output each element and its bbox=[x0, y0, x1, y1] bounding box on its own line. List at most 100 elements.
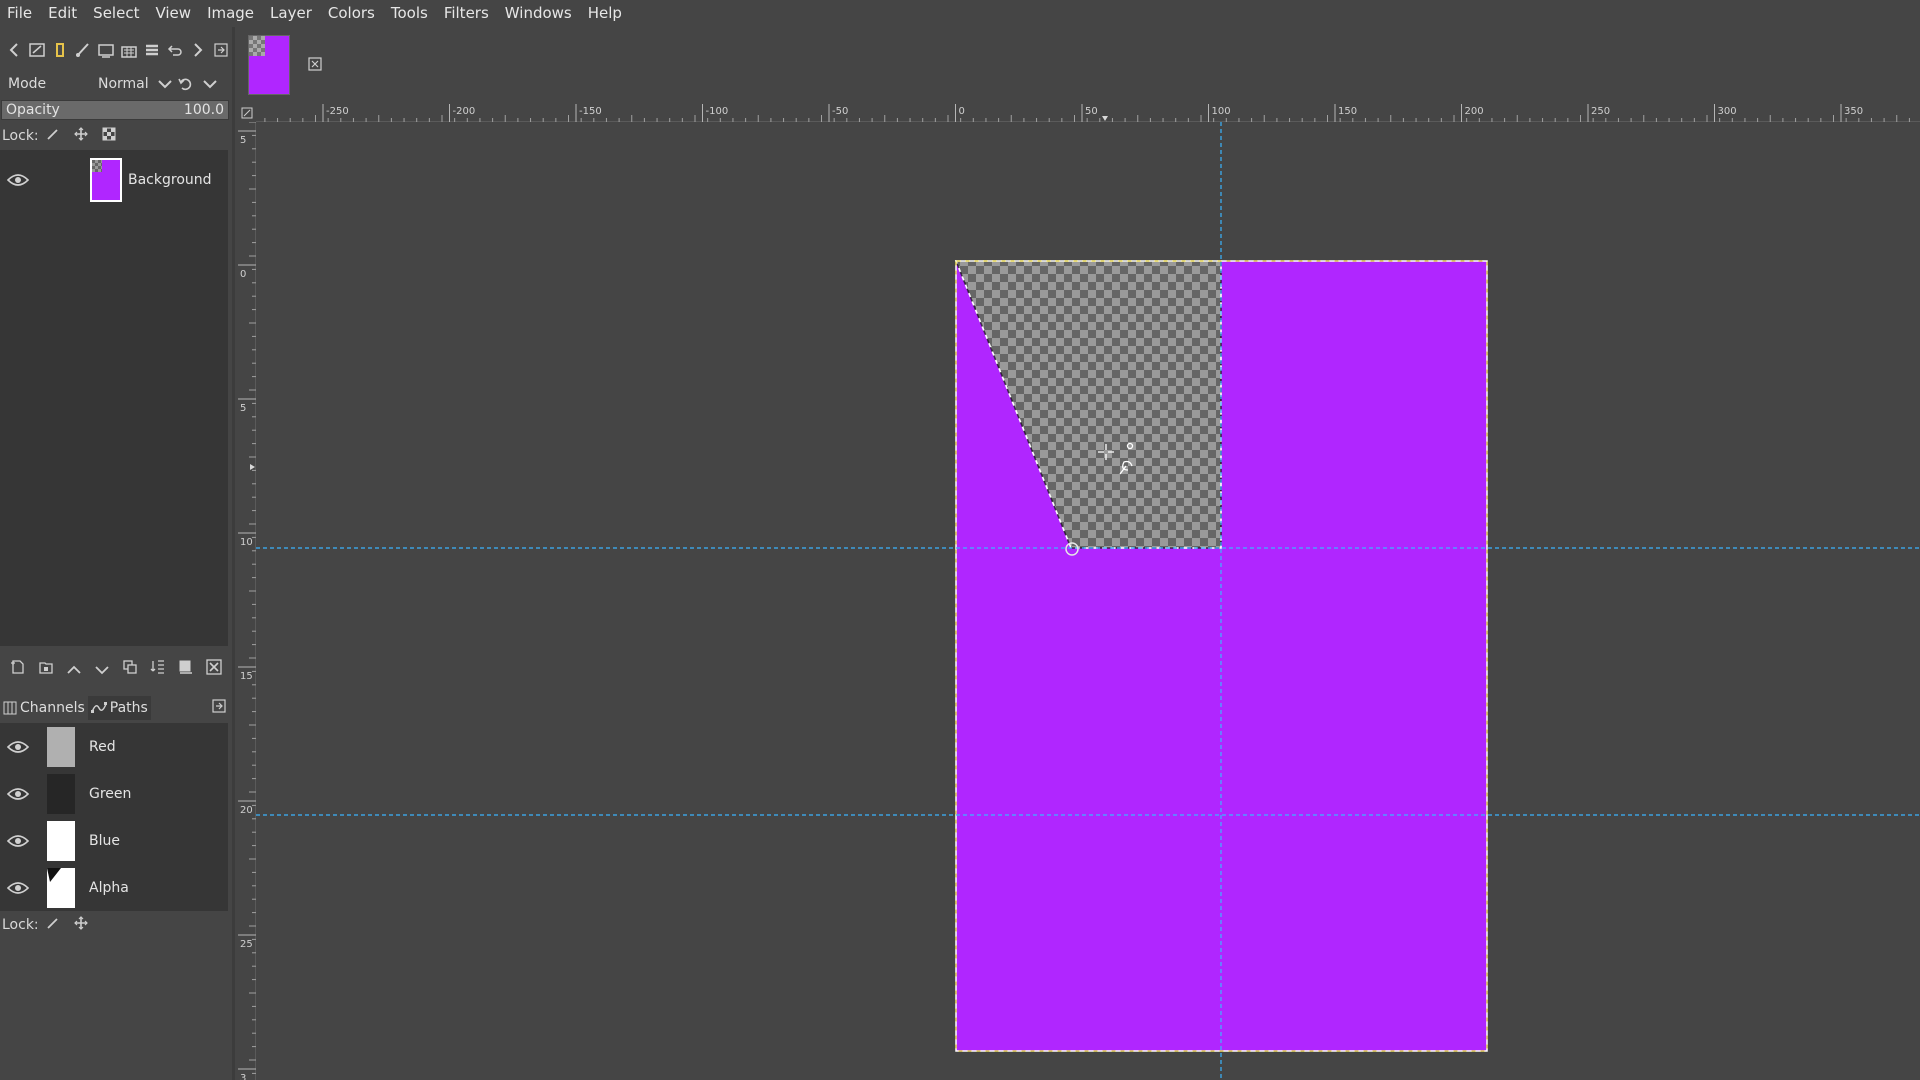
ruler-label: 20 bbox=[240, 805, 253, 816]
channel-row-red[interactable]: Red bbox=[0, 723, 228, 770]
layer-thumbnail bbox=[90, 158, 122, 202]
new-layer-group-icon[interactable] bbox=[34, 659, 58, 679]
channel-row-alpha[interactable]: Alpha bbox=[0, 864, 228, 911]
brushes-icon[interactable] bbox=[71, 38, 94, 62]
ruler-label: 200 bbox=[1465, 106, 1484, 117]
delete-layer-icon[interactable] bbox=[202, 659, 226, 679]
eye-icon[interactable] bbox=[0, 834, 36, 848]
layer-mode-row: Mode Normal bbox=[0, 67, 232, 101]
lock-label: Lock: bbox=[2, 128, 39, 144]
menu-help[interactable]: Help bbox=[580, 0, 630, 27]
ruler-label: 3 bbox=[240, 1073, 246, 1080]
patterns-icon[interactable] bbox=[117, 38, 140, 62]
ruler-corner-button[interactable] bbox=[238, 104, 256, 122]
lower-layer-icon[interactable] bbox=[90, 660, 114, 679]
layer-lock-row: Lock: bbox=[0, 123, 232, 149]
close-icon[interactable] bbox=[307, 57, 323, 73]
image-tab-thumbnail[interactable] bbox=[248, 35, 290, 95]
new-layer-icon[interactable] bbox=[6, 659, 30, 679]
menu-file[interactable]: File bbox=[4, 0, 40, 27]
ruler-pointer-marker bbox=[250, 464, 255, 470]
merge-layer-icon[interactable] bbox=[146, 659, 170, 679]
tab-paths[interactable]: Paths bbox=[87, 696, 151, 720]
ruler-label: 50 bbox=[1085, 106, 1098, 117]
channel-row-blue[interactable]: Blue bbox=[0, 817, 228, 864]
menu-filters[interactable]: Filters bbox=[436, 0, 497, 27]
channel-row-green[interactable]: Green bbox=[0, 770, 228, 817]
mode-label: Mode bbox=[8, 76, 47, 92]
lock-pixels-icon[interactable] bbox=[39, 916, 67, 934]
tab-label: Paths bbox=[109, 700, 148, 716]
opacity-value: 100.0 bbox=[183, 102, 224, 118]
image-canvas[interactable] bbox=[256, 122, 1920, 1080]
devices-icon[interactable] bbox=[48, 38, 71, 62]
lock-position-icon[interactable] bbox=[67, 916, 95, 934]
anchor-mask-icon[interactable] bbox=[174, 659, 198, 679]
vertical-ruler[interactable]: 5 0 5 10 15 20 25 3 bbox=[238, 121, 256, 1080]
ruler-label: 5 bbox=[240, 403, 246, 414]
tool-options-icon[interactable] bbox=[25, 38, 48, 62]
ruler-pointer-marker bbox=[1102, 116, 1108, 121]
ruler-label: 25 bbox=[240, 939, 253, 950]
channel-thumbnail bbox=[47, 820, 75, 861]
channel-name: Blue bbox=[89, 832, 120, 849]
ruler-label: 300 bbox=[1718, 106, 1737, 117]
ruler-label: -100 bbox=[706, 106, 729, 117]
eye-icon[interactable] bbox=[0, 787, 36, 801]
mode-value: Normal bbox=[98, 76, 149, 92]
ruler-label: -200 bbox=[453, 106, 476, 117]
channel-thumbnail bbox=[47, 773, 75, 814]
lock-position-icon[interactable] bbox=[67, 127, 95, 145]
ruler-label: 5 bbox=[240, 135, 246, 146]
ruler-label: 150 bbox=[1338, 106, 1357, 117]
tab-menu-icon[interactable] bbox=[212, 699, 226, 717]
undo-history-icon[interactable] bbox=[163, 38, 186, 62]
duplicate-layer-icon[interactable] bbox=[118, 659, 142, 679]
menu-tools[interactable]: Tools bbox=[383, 0, 436, 27]
ruler-label: 10 bbox=[240, 537, 253, 548]
ruler-label: -250 bbox=[326, 106, 349, 117]
dock-menu-icon[interactable] bbox=[209, 38, 232, 62]
channel-name: Red bbox=[89, 738, 116, 755]
gimp-window: File Edit Select View Image Layer Colors… bbox=[0, 0, 1920, 1080]
chevron-down-icon[interactable] bbox=[203, 79, 217, 89]
dock-toolbar bbox=[0, 33, 232, 67]
chevron-down-icon bbox=[158, 80, 172, 89]
mode-extra bbox=[172, 76, 222, 92]
menu-windows[interactable]: Windows bbox=[497, 0, 580, 27]
eye-icon[interactable] bbox=[0, 740, 36, 754]
menu-colors[interactable]: Colors bbox=[320, 0, 383, 27]
ruler-label: -50 bbox=[832, 106, 848, 117]
paths-icon bbox=[90, 702, 107, 713]
menu-edit[interactable]: Edit bbox=[40, 0, 85, 27]
horizontal-ruler[interactable]: -250 -200 -150 -100 -50 0 50 100 150 200 250 300 350 bbox=[251, 104, 1920, 122]
layers-icon[interactable] bbox=[140, 38, 163, 62]
eye-icon[interactable] bbox=[0, 881, 36, 895]
tab-channels[interactable]: Channels bbox=[0, 696, 88, 720]
forward-icon[interactable] bbox=[186, 38, 209, 62]
left-dock: Mode Normal Opacity 100.0 Lock: Backgrou… bbox=[0, 27, 232, 1080]
layers-actions-bar bbox=[0, 655, 232, 683]
dock-resize-handle[interactable] bbox=[232, 27, 235, 1080]
ruler-label: 0 bbox=[959, 106, 965, 117]
channel-thumbnail bbox=[47, 867, 75, 908]
raise-layer-icon[interactable] bbox=[62, 660, 86, 679]
opacity-slider[interactable]: Opacity 100.0 bbox=[1, 100, 229, 120]
lock-alpha-icon[interactable] bbox=[95, 127, 123, 145]
layer-row[interactable]: Background bbox=[0, 156, 228, 204]
mode-select[interactable]: Normal bbox=[98, 76, 172, 92]
reset-mode-icon[interactable] bbox=[177, 76, 193, 92]
menu-view[interactable]: View bbox=[147, 0, 199, 27]
ruler-label: 250 bbox=[1591, 106, 1610, 117]
menu-select[interactable]: Select bbox=[85, 0, 147, 27]
channel-thumbnail bbox=[47, 726, 75, 767]
eye-icon[interactable] bbox=[0, 173, 36, 187]
back-icon[interactable] bbox=[2, 38, 25, 62]
layers-list: Background bbox=[0, 150, 228, 646]
ruler-label: 350 bbox=[1844, 106, 1863, 117]
images-icon[interactable] bbox=[94, 38, 117, 62]
lock-pixels-icon[interactable] bbox=[39, 127, 67, 145]
tab-label: Channels bbox=[20, 700, 85, 716]
menu-image[interactable]: Image bbox=[199, 0, 262, 27]
menu-layer[interactable]: Layer bbox=[262, 0, 320, 27]
